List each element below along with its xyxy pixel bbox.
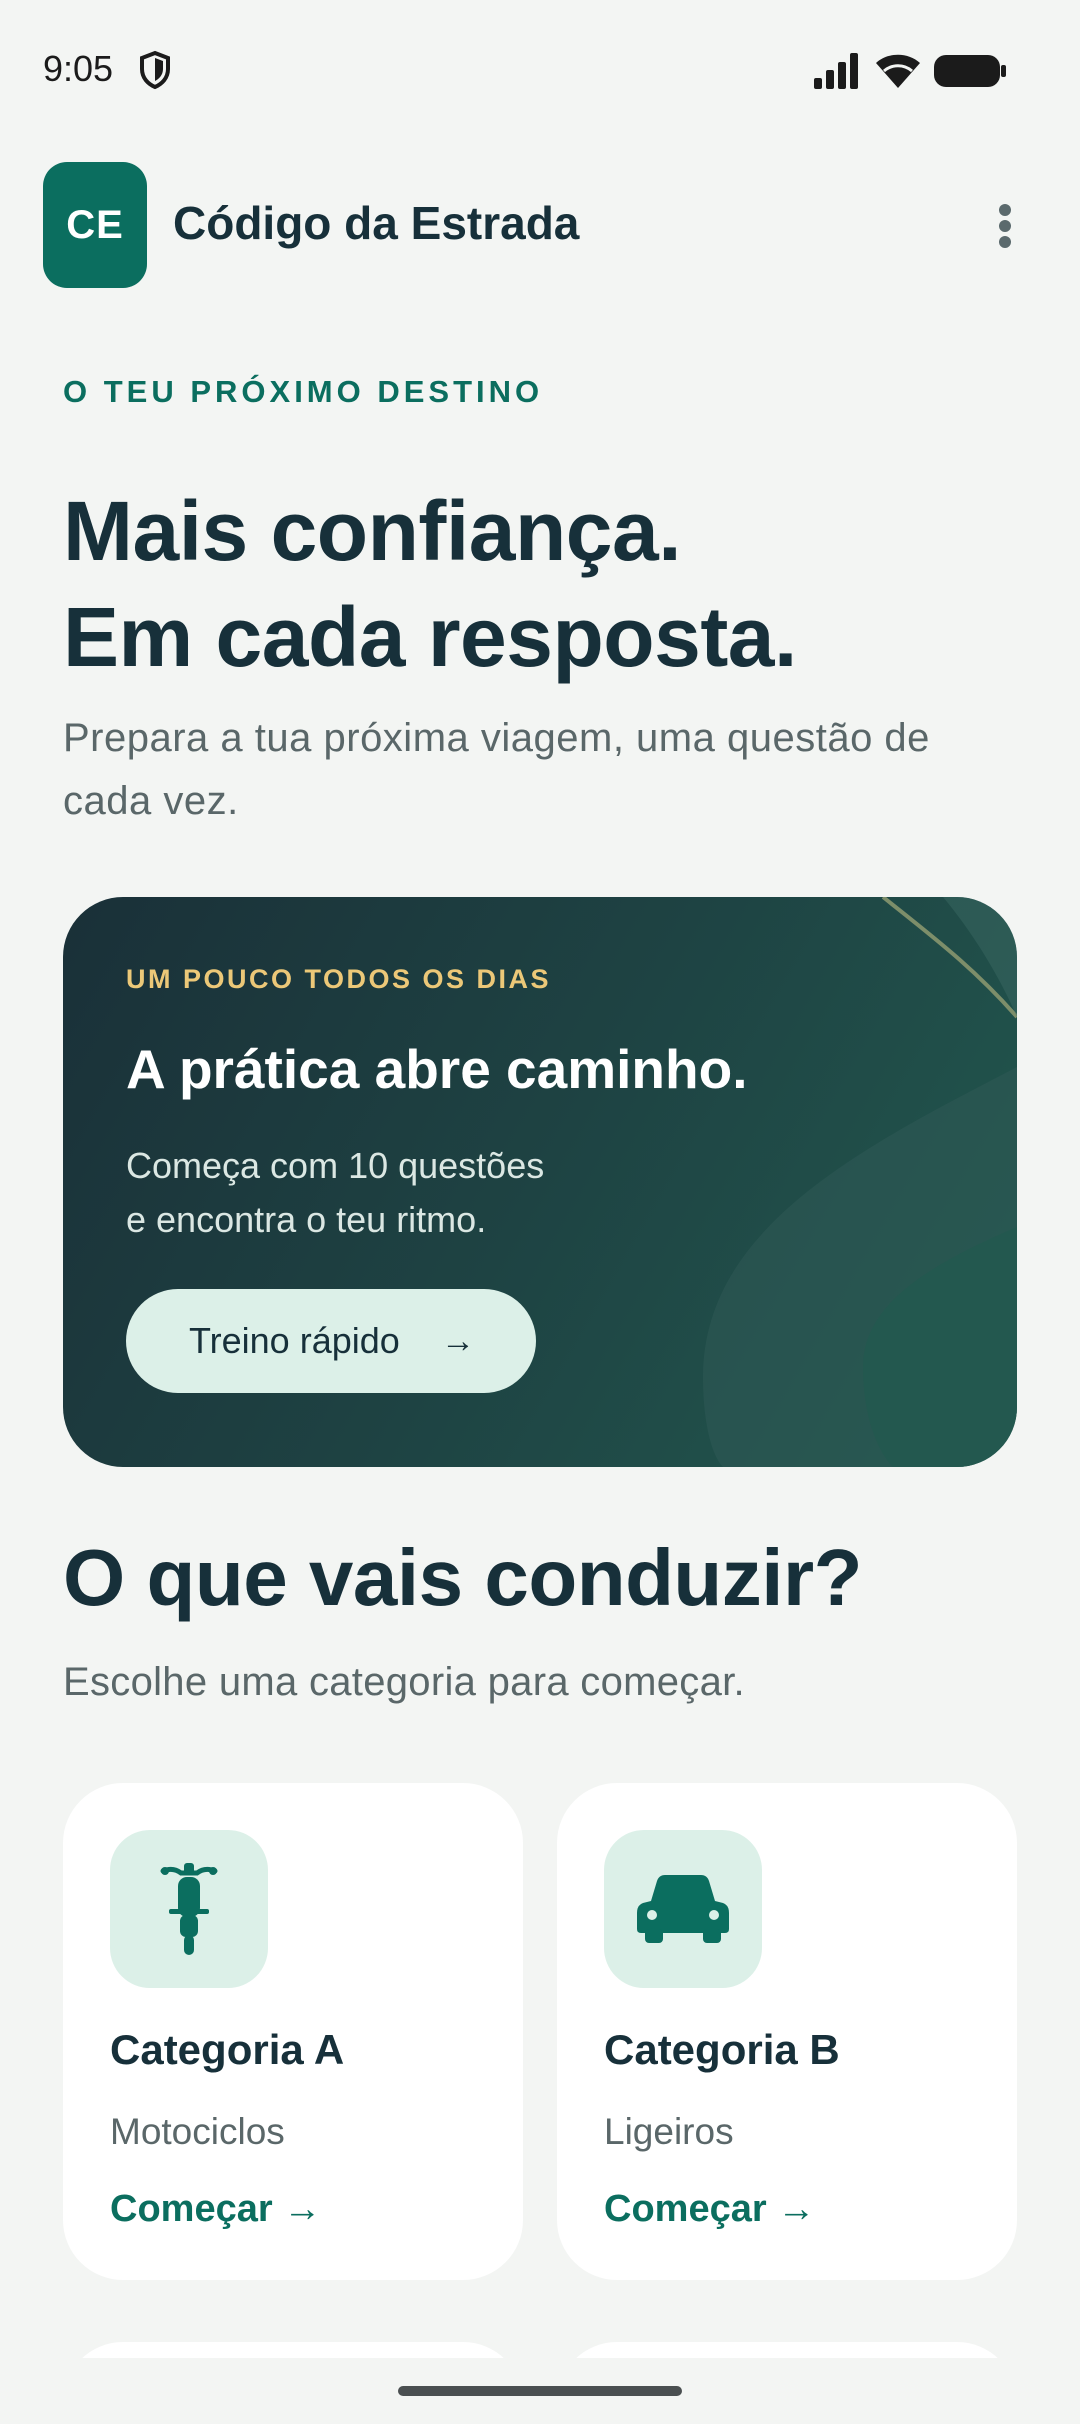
battery-icon [934,55,1006,87]
signal-icon [814,53,858,89]
quick-training-label: Treino rápido [189,1320,400,1361]
category-icon-box [110,1830,268,1988]
category-icon-box [604,1830,762,1988]
promo-eyebrow: UM POUCO TODOS OS DIAS [126,964,552,994]
section-subtitle: Escolhe uma categoria para começar. [63,1660,745,1704]
category-card-a[interactable]: Categoria A Motociclos Começar → [63,1783,523,2280]
app-logo: CE [43,162,147,288]
promo-text-line-1: Começa com 10 questões [126,1145,545,1186]
shield-icon [140,50,170,90]
status-time: 9:05 [43,48,114,89]
promo-text: Começa com 10 questões e encontra o teu … [126,1139,686,1247]
promo-text-line-2: e encontra o teu ritmo. [126,1199,487,1240]
category-title: Categoria B [604,2026,840,2073]
hero-eyebrow: O TEU PRÓXIMO DESTINO [63,374,544,409]
hero-title: Mais confiança. Em cada resposta. [63,478,797,690]
category-card-b[interactable]: Categoria B Ligeiros Começar → [557,1783,1017,2280]
category-subtitle: Ligeiros [604,2111,734,2152]
car-icon [637,1875,729,1943]
status-bar: 9:05 [0,0,1080,140]
wifi-icon [876,54,920,88]
more-vert-icon[interactable] [990,198,1020,254]
hero-title-line-1: Mais confiança. [63,484,682,578]
category-title: Categoria A [110,2026,345,2073]
app-title: Código da Estrada [173,197,580,249]
motorcycle-icon [160,1863,218,1955]
start-link[interactable]: Começar → [110,2188,321,2231]
section-title: O que vais conduzir? [63,1533,863,1622]
hero-title-line-2: Em cada resposta. [63,590,797,684]
hero-subtitle: Prepara a tua próxima viagem, uma questã… [63,716,930,823]
start-link[interactable]: Começar → [604,2188,815,2231]
home-indicator[interactable] [398,2386,682,2396]
quick-training-button[interactable]: Treino rápido → [126,1289,536,1393]
promo-card: UM POUCO TODOS OS DIAS A prática abre ca… [63,897,1017,1467]
promo-title: A prática abre caminho. [126,1038,748,1100]
category-subtitle: Motociclos [110,2111,285,2152]
arrow-right-icon: → [441,1321,475,1360]
